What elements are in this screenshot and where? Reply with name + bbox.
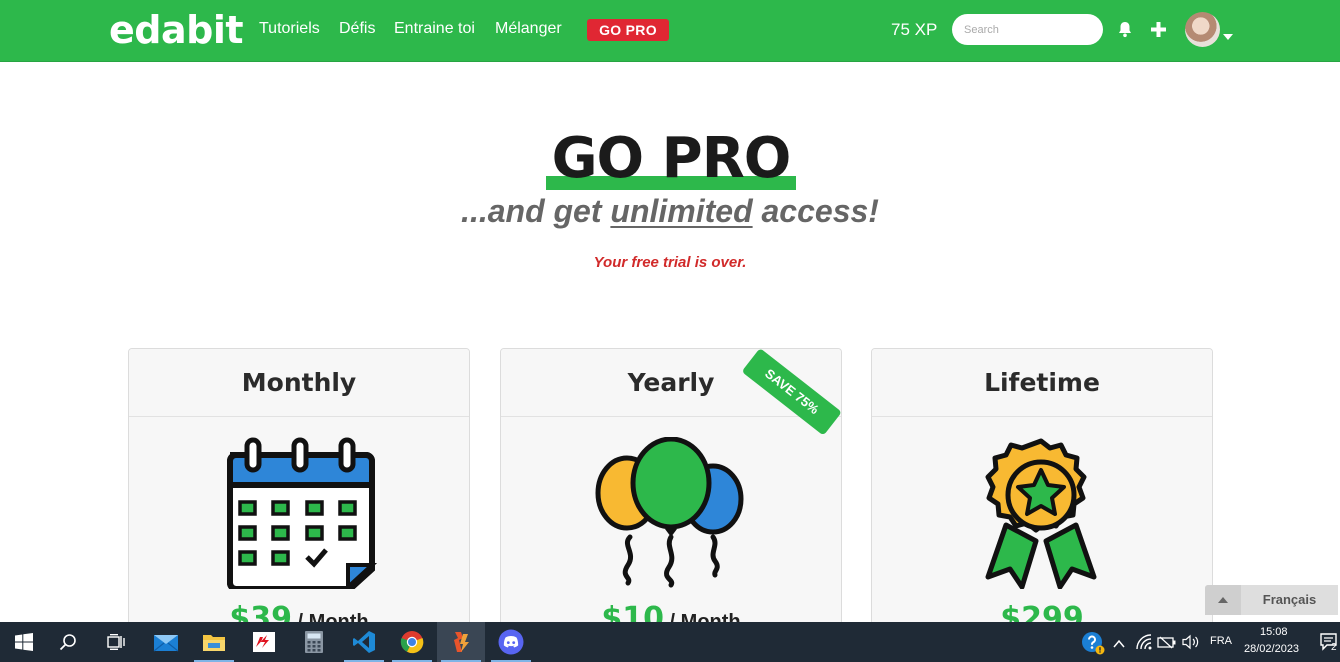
trial-notice: Your free trial is over. bbox=[593, 254, 747, 271]
start-icon[interactable] bbox=[0, 622, 48, 662]
language-switcher[interactable]: Français bbox=[1205, 585, 1338, 615]
award-medal-icon bbox=[978, 437, 1104, 594]
go-pro-button[interactable]: GO PRO bbox=[587, 19, 669, 41]
chevron-up-icon[interactable] bbox=[1113, 636, 1125, 654]
search-icon[interactable] bbox=[44, 622, 92, 662]
page-title: GO PRO bbox=[551, 126, 792, 191]
volume-icon[interactable] bbox=[1182, 634, 1200, 655]
notification-count: 2 bbox=[1331, 642, 1337, 653]
subtitle-emphasis: unlimited bbox=[610, 193, 753, 229]
plan-title: Monthly bbox=[129, 349, 469, 417]
language-label[interactable]: Français bbox=[1241, 585, 1338, 615]
top-nav: edabit Tutoriels Défis Entraine toi Méla… bbox=[0, 0, 1340, 62]
nav-link-entraine-toi[interactable]: Entraine toi bbox=[394, 20, 475, 38]
subtitle-prefix: ...and get bbox=[461, 193, 611, 229]
edabit-logo[interactable]: edabit bbox=[109, 8, 244, 52]
nav-link-melanger[interactable]: Mélanger bbox=[495, 20, 562, 38]
help-icon[interactable] bbox=[1081, 631, 1105, 660]
subtitle-suffix: access! bbox=[752, 193, 879, 229]
hero-title-block: GO PRO bbox=[546, 128, 796, 190]
calculator-icon[interactable] bbox=[290, 622, 338, 662]
app-icon[interactable] bbox=[437, 622, 485, 662]
page-subtitle: ...and get unlimited access! bbox=[0, 193, 1340, 230]
plan-body: $39 / Month bbox=[129, 417, 469, 647]
nav-link-tutoriels[interactable]: Tutoriels bbox=[259, 20, 320, 38]
xp-counter: 75 XP bbox=[891, 20, 938, 39]
clock-date[interactable]: 28/02/2023 bbox=[1244, 643, 1299, 655]
search-input[interactable] bbox=[952, 14, 1103, 45]
chevron-up-icon[interactable] bbox=[1205, 585, 1241, 615]
file-explorer-icon[interactable] bbox=[190, 622, 238, 662]
balloons-icon bbox=[595, 436, 749, 594]
bell-icon[interactable] bbox=[1117, 21, 1133, 43]
vscode-icon[interactable] bbox=[340, 622, 388, 662]
plus-icon[interactable] bbox=[1151, 22, 1166, 42]
nav-link-defis[interactable]: Défis bbox=[339, 20, 375, 38]
discord-icon[interactable] bbox=[487, 622, 535, 662]
task-view-icon[interactable] bbox=[92, 622, 140, 662]
avatar[interactable] bbox=[1185, 12, 1220, 47]
plan-card-monthly[interactable]: Monthly $39 / Month bbox=[128, 348, 470, 648]
plan-card-lifetime[interactable]: Lifetime $299 bbox=[871, 348, 1213, 648]
windows-taskbar: FRA 15:08 28/02/2023 2 bbox=[0, 622, 1340, 662]
nrj-icon[interactable] bbox=[240, 622, 288, 662]
plan-title: Lifetime bbox=[872, 349, 1212, 417]
plan-body: $10 / Month bbox=[501, 417, 841, 647]
battery-icon[interactable] bbox=[1157, 634, 1177, 655]
wifi-icon[interactable] bbox=[1136, 634, 1152, 655]
chevron-down-icon[interactable] bbox=[1223, 27, 1233, 45]
chrome-icon[interactable] bbox=[388, 622, 436, 662]
mail-icon[interactable] bbox=[142, 622, 190, 662]
plan-body: $299 bbox=[872, 417, 1212, 647]
calendar-icon bbox=[223, 437, 378, 594]
input-language[interactable]: FRA bbox=[1210, 635, 1232, 647]
clock-time[interactable]: 15:08 bbox=[1260, 626, 1288, 638]
